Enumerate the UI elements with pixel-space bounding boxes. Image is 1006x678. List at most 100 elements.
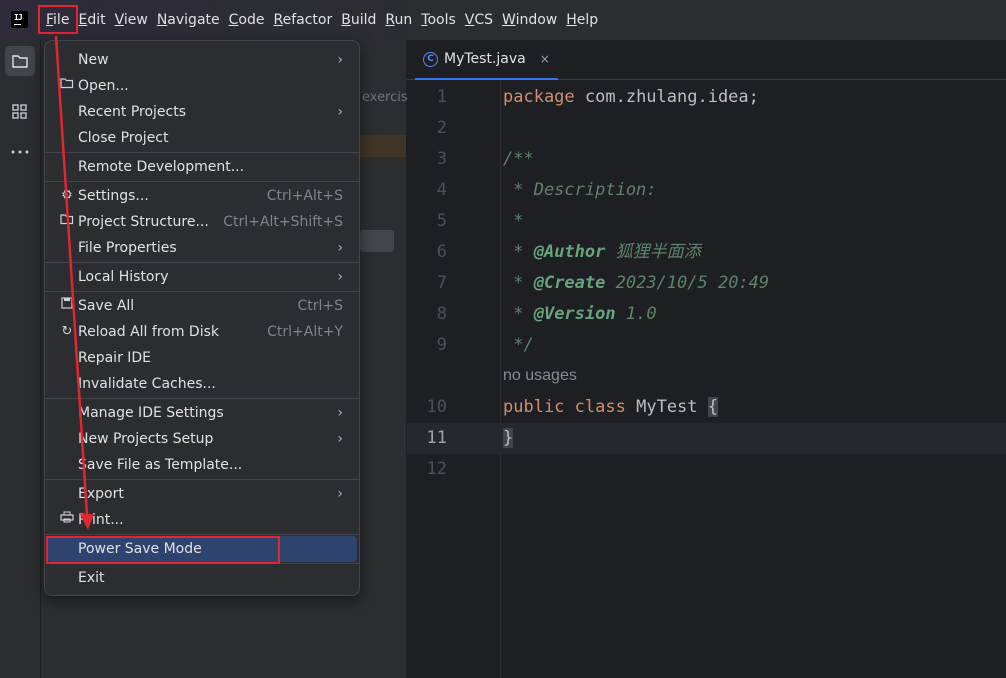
menu-item-open[interactable]: Open... <box>47 73 357 99</box>
line-number: 2 <box>436 118 447 138</box>
menu-label: New <box>78 52 109 68</box>
more-dots-icon <box>11 150 29 154</box>
menu-window[interactable]: Window <box>499 10 560 30</box>
doc-comment: * <box>503 273 534 293</box>
shortcut: Ctrl+Alt+Shift+S <box>223 214 343 230</box>
submenu-arrow-icon: › <box>337 431 343 447</box>
menu-tools[interactable]: Tools <box>418 10 459 30</box>
menu-item-print[interactable]: Print... <box>47 507 357 533</box>
menu-refactor[interactable]: Refactor <box>270 10 335 30</box>
menu-item-new[interactable]: New › <box>47 47 357 73</box>
brace-match: } <box>503 428 514 448</box>
refresh-icon: ↻ <box>61 324 73 339</box>
close-icon[interactable]: × <box>540 52 550 66</box>
menu-item-file-properties[interactable]: File Properties › <box>47 235 357 261</box>
line-number: 3 <box>436 149 447 169</box>
menu-label: Repair IDE <box>78 350 152 366</box>
menu-label: Settings... <box>78 188 149 204</box>
menu-item-remote-development[interactable]: Remote Development... <box>47 154 357 180</box>
line-number: 4 <box>436 180 447 200</box>
save-icon <box>59 293 75 319</box>
main-menu-bar: File Edit View Navigate Code Refactor Build Run… <box>43 10 604 30</box>
submenu-arrow-icon: › <box>337 269 343 285</box>
code-editor[interactable]: C MyTest.java × 1 package com.zhulang.ide… <box>407 40 1006 678</box>
code-line: 12 <box>407 454 1006 485</box>
menu-item-new-projects-setup[interactable]: New Projects Setup › <box>47 426 357 452</box>
brace-match: { <box>707 397 719 417</box>
code-text: com.zhulang.idea; <box>574 87 759 107</box>
menu-separator <box>45 262 359 263</box>
folder-icon <box>12 55 28 68</box>
code-line: 10 public class MyTest { <box>407 392 1006 423</box>
more-tools-button[interactable] <box>5 137 35 167</box>
menu-build[interactable]: Build <box>338 10 379 30</box>
menu-item-reload-all[interactable]: ↻ Reload All from Disk Ctrl+Alt+Y <box>47 319 357 345</box>
doc-comment: 2023/10/5 20:49 <box>605 273 770 293</box>
menu-label: Manage IDE Settings <box>78 405 224 421</box>
menu-code[interactable]: Code <box>226 10 268 30</box>
code-line: 1 package com.zhulang.idea; <box>407 82 1006 113</box>
doc-comment: * <box>503 211 524 231</box>
keyword: class <box>574 397 626 417</box>
menu-separator <box>45 398 359 399</box>
line-number: 8 <box>436 304 447 324</box>
editor-tab-bar: C MyTest.java × <box>407 40 1006 80</box>
menu-separator <box>45 181 359 182</box>
menu-item-local-history[interactable]: Local History › <box>47 264 357 290</box>
menu-item-save-all[interactable]: Save All Ctrl+S <box>47 293 357 319</box>
menu-item-settings[interactable]: ⚙ Settings... Ctrl+Alt+S <box>47 183 357 209</box>
menu-item-exit[interactable]: Exit <box>47 565 357 591</box>
menu-item-export[interactable]: Export › <box>47 481 357 507</box>
code-line: 6 * @Author 狐狸半面添 <box>407 237 1006 268</box>
menu-separator <box>45 152 359 153</box>
menu-help[interactable]: Help <box>563 10 601 30</box>
menu-label: Export <box>78 486 124 502</box>
project-tree-selection <box>360 230 394 252</box>
menu-item-recent-projects[interactable]: Recent Projects › <box>47 99 357 125</box>
menu-item-manage-ide-settings[interactable]: Manage IDE Settings › <box>47 400 357 426</box>
printer-icon <box>59 507 75 533</box>
shortcut: Ctrl+Alt+S <box>266 188 343 204</box>
menu-edit[interactable]: Edit <box>75 10 108 30</box>
menu-view[interactable]: View <box>112 10 151 30</box>
menu-label: Open... <box>78 78 129 94</box>
menu-navigate[interactable]: Navigate <box>154 10 223 30</box>
doc-comment: 狐狸半面添 <box>605 242 701 262</box>
menu-item-save-file-as-template[interactable]: Save File as Template... <box>47 452 357 478</box>
doc-comment: * <box>503 304 534 324</box>
menu-label: Recent Projects <box>78 104 187 120</box>
usages-inlay-hint[interactable]: no usages <box>503 367 577 385</box>
menu-vcs[interactable]: VCS <box>462 10 496 30</box>
menu-item-invalidate-caches[interactable]: Invalidate Caches... <box>47 371 357 397</box>
structure-tool-button[interactable] <box>5 97 35 127</box>
doc-tag: @Version <box>533 304 616 324</box>
line-number: 12 <box>426 459 447 479</box>
intellij-logo-icon[interactable]: IJ <box>11 11 28 28</box>
submenu-arrow-icon: › <box>337 240 343 256</box>
menu-item-close-project[interactable]: Close Project <box>47 125 357 151</box>
tab-mytest-java[interactable]: C MyTest.java × <box>415 40 558 80</box>
submenu-arrow-icon: › <box>337 104 343 120</box>
menu-label: Reload All from Disk <box>78 324 219 340</box>
code-line: 4 * Description: <box>407 175 1006 206</box>
menu-item-project-structure[interactable]: Project Structure... Ctrl+Alt+Shift+S <box>47 209 357 235</box>
menu-label: Save All <box>78 298 135 314</box>
line-number: 11 <box>426 428 447 448</box>
line-number: 5 <box>436 211 447 231</box>
menu-run[interactable]: Run <box>382 10 415 30</box>
doc-comment: * <box>503 242 534 262</box>
annotation-power-save-highlight <box>46 536 280 564</box>
menu-label: Local History <box>78 269 169 285</box>
project-tool-button[interactable] <box>5 46 35 76</box>
doc-tag: @Create <box>533 273 606 293</box>
submenu-arrow-icon: › <box>337 486 343 502</box>
title-bar: IJ File Edit View Navigate Code Refactor Build… <box>0 0 1006 40</box>
menu-label: File Properties <box>78 240 177 256</box>
left-tool-strip <box>0 40 41 678</box>
project-tree-highlight <box>360 135 406 157</box>
menu-separator <box>45 479 359 480</box>
menu-item-repair-ide[interactable]: Repair IDE <box>47 345 357 371</box>
submenu-arrow-icon: › <box>337 52 343 68</box>
file-menu-dropdown: New › Open... Recent Projects › Close Proj… <box>44 40 360 596</box>
keyword: public <box>503 397 565 417</box>
